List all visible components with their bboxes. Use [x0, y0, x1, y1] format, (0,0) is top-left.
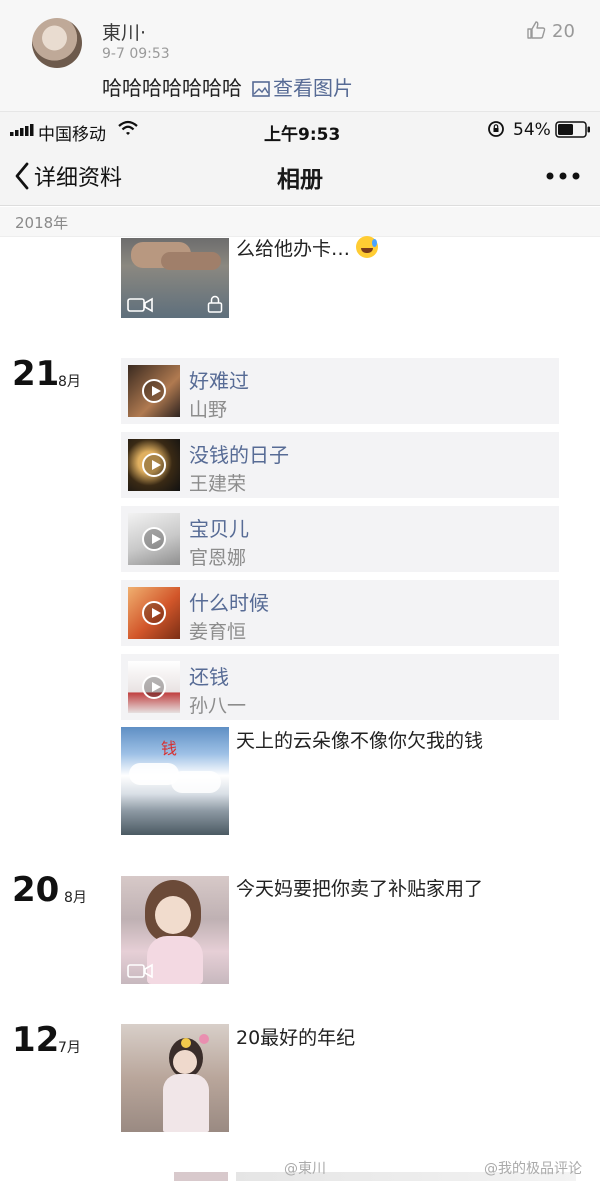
post-text[interactable]: 20最好的年纪: [236, 1025, 355, 1051]
album-cover: [128, 439, 180, 491]
video-icon: [127, 297, 153, 313]
like-count: 20: [552, 21, 575, 42]
music-share-item[interactable]: 宝贝儿 官恩娜: [121, 506, 559, 572]
like-button[interactable]: 20: [526, 20, 575, 42]
comment-text: 哈哈哈哈哈哈哈: [102, 76, 242, 100]
view-image-link[interactable]: 查看图片: [252, 72, 353, 101]
date-day: 12: [12, 1020, 60, 1060]
signal-icon: [10, 124, 34, 136]
video-icon: [127, 963, 153, 979]
photo-caption: 钱: [161, 739, 178, 758]
comment-author[interactable]: 東川·: [102, 18, 146, 45]
view-image-label: 查看图片: [273, 76, 353, 100]
post-text[interactable]: 么给他办卡…: [236, 236, 379, 262]
grin-sweat-emoji-icon: [356, 236, 379, 258]
music-share-item[interactable]: 没钱的日子 王建荣: [121, 432, 559, 498]
post-thumbnail-photo[interactable]: 钱: [121, 727, 229, 835]
play-icon: [142, 675, 166, 699]
song-artist: 王建荣: [189, 473, 247, 495]
music-share-item[interactable]: 还钱 孙八一: [121, 654, 559, 720]
music-share-item[interactable]: 好难过 山野: [121, 358, 559, 424]
next-post-partial: [174, 1172, 228, 1181]
post-thumbnail-video[interactable]: [121, 238, 229, 318]
music-share-item[interactable]: 什么时候 姜育恒: [121, 580, 559, 646]
comment-card: 東川· 9-7 09:53 哈哈哈哈哈哈哈 查看图片 20: [0, 0, 600, 112]
album-cover: [128, 661, 180, 713]
post-text[interactable]: 天上的云朵像不像你欠我的钱: [236, 728, 483, 754]
play-icon: [142, 601, 166, 625]
avatar[interactable]: [32, 18, 82, 68]
battery-percent: 54%: [513, 120, 551, 140]
song-artist: 孙八一: [189, 695, 247, 717]
post-thumbnail-photo[interactable]: [121, 1024, 229, 1132]
thumbs-up-icon: [527, 21, 546, 39]
rotation-lock-icon: [488, 121, 504, 137]
wifi-icon: [118, 120, 138, 135]
song-title: 还钱: [189, 665, 229, 689]
year-label: 2018年: [15, 214, 69, 232]
page-title: 相册: [277, 167, 323, 193]
play-icon: [142, 453, 166, 477]
album-cover: [128, 587, 180, 639]
date-month: 8月: [64, 890, 87, 906]
date-month: 7月: [58, 1040, 81, 1056]
image-icon: [252, 81, 270, 97]
watermark: @我的极品评论: [484, 1161, 582, 1177]
song-artist: 山野: [189, 399, 228, 421]
post-text-content: 么给他办卡…: [236, 238, 351, 260]
album-cover: [128, 513, 180, 565]
song-title: 什么时候: [189, 591, 269, 615]
song-artist: 姜育恒: [189, 621, 247, 643]
more-icon[interactable]: [546, 172, 580, 180]
status-time: 上午9:53: [264, 125, 341, 145]
song-title: 好难过: [189, 369, 249, 393]
play-icon: [142, 527, 166, 551]
song-title: 宝贝儿: [189, 517, 249, 541]
song-artist: 官恩娜: [189, 547, 247, 569]
post-text[interactable]: 今天妈要把你卖了补贴家用了: [236, 876, 483, 902]
date-day: 20: [12, 870, 60, 910]
watermark: @東川: [284, 1161, 326, 1177]
post-thumbnail-video[interactable]: [121, 876, 229, 984]
date-month: 8月: [58, 374, 81, 390]
year-header: 2018年: [0, 207, 600, 237]
play-icon: [142, 379, 166, 403]
status-bar: 中国移动 上午9:53 54%: [0, 112, 600, 146]
comment-time: 9-7 09:53: [102, 46, 170, 62]
date-day: 21: [12, 354, 60, 394]
carrier-label: 中国移动: [38, 125, 106, 145]
lock-icon: [207, 295, 223, 313]
album-cover: [128, 365, 180, 417]
battery-icon: [555, 121, 590, 138]
song-title: 没钱的日子: [189, 443, 289, 467]
nav-bar: 详细资料 相册: [0, 146, 600, 206]
